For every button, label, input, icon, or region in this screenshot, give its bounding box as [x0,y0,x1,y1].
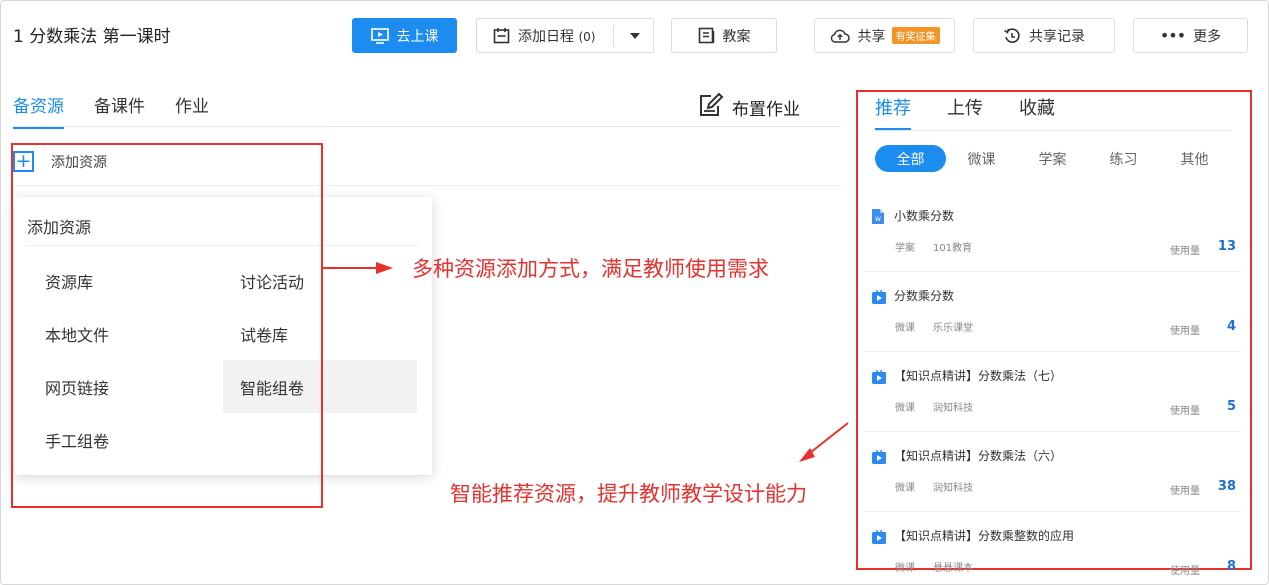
resource-type: 学案 [895,243,915,254]
resource-title: 【知识点精讲】分数乘整数的应用 [894,529,1075,543]
usage-count: 4 [1226,319,1236,334]
resource-type: 微课 [895,323,915,334]
resource-source: 润知科技 [933,483,973,494]
resource-source: 101教育 [933,243,973,254]
resource-title: 小数乘分数 [894,209,955,223]
resource-item[interactable]: 【知识点精讲】分数乘法（六） 微课 润知科技 使用量 38 [864,432,1242,512]
usage-label: 使用量 [1170,566,1200,577]
filter-all[interactable]: 全部 [875,145,946,172]
video-icon [872,529,886,548]
arrow-line-right [805,422,849,457]
usage-count: 38 [1217,479,1236,494]
usage-count: 5 [1226,399,1236,414]
usage-label: 使用量 [1170,486,1200,497]
annotation-text-right: 智能推荐资源，提升教师教学设计能力 [450,482,807,506]
filter-other[interactable]: 其他 [1159,145,1230,172]
resource-title: 【知识点精讲】分数乘法（六） [894,449,1063,463]
filter-exercise[interactable]: 练习 [1088,145,1159,172]
resource-source: 乐乐课堂 [933,323,973,334]
usage-label: 使用量 [1170,326,1200,337]
video-icon [872,369,886,388]
resource-type: 微课 [895,563,915,574]
filter-study-guide[interactable]: 学案 [1017,145,1088,172]
resource-source: 润知科技 [933,403,973,414]
resource-title: 【知识点精讲】分数乘法（七） [894,369,1063,383]
resource-type: 微课 [895,483,915,494]
video-icon [872,289,886,308]
resource-item[interactable]: 【知识点精讲】分数乘法（七） 微课 润知科技 使用量 5 [864,352,1242,432]
resource-type: 微课 [895,403,915,414]
right-tab-bar: 推荐 上传 收藏 [875,94,1055,131]
resource-source: 悬悬课本 [933,563,973,574]
resource-item[interactable]: 【知识点精讲】分数乘整数的应用 微课 悬悬课本 使用量 8 [864,512,1242,585]
resource-item[interactable]: W 小数乘分数 学案 101教育 使用量 13 [864,192,1242,272]
annotation-text-left: 多种资源添加方式，满足教师使用需求 [412,257,769,281]
resource-title: 分数乘分数 [894,289,955,303]
tab-recommend[interactable]: 推荐 [875,94,911,131]
filter-micro-lesson[interactable]: 微课 [946,145,1017,172]
usage-label: 使用量 [1170,246,1200,257]
word-doc-icon: W [872,209,884,228]
usage-label: 使用量 [1170,406,1200,417]
resource-item[interactable]: 分数乘分数 微课 乐乐课堂 使用量 4 [864,272,1242,352]
tab-upload[interactable]: 上传 [947,94,983,131]
usage-count: 13 [1217,239,1236,254]
divider [875,130,1230,131]
filter-chips: 全部 微课 学案 练习 其他 [875,145,1230,172]
svg-text:W: W [875,216,881,223]
video-icon [872,449,886,468]
usage-count: 8 [1226,559,1236,574]
arrow-head-left [376,262,393,274]
tab-favorites[interactable]: 收藏 [1019,94,1055,131]
